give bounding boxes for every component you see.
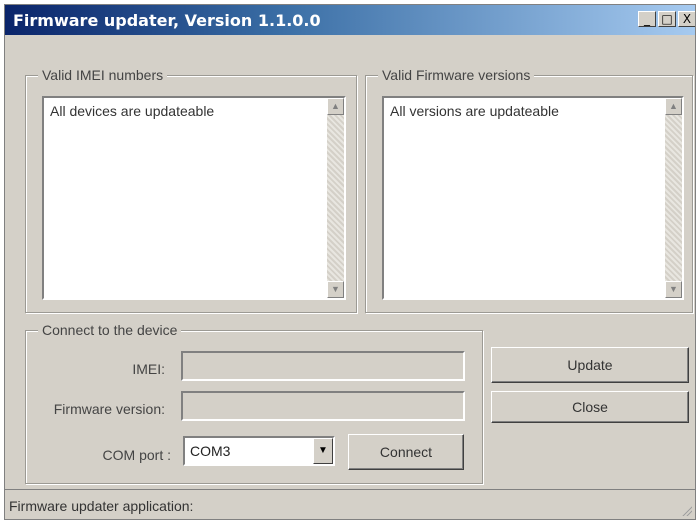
imei-list-item[interactable]: All devices are updateable	[50, 103, 214, 119]
firmware-version-field[interactable]	[181, 391, 465, 421]
title-bar[interactable]: Firmware updater, Version 1.1.0.0 _ □ X	[5, 5, 695, 35]
scroll-up-arrow-icon[interactable]: ▲	[327, 98, 344, 115]
update-button[interactable]: Update	[491, 347, 689, 383]
imei-listbox[interactable]: All devices are updateable ▲ ▼	[42, 96, 346, 300]
minimize-button[interactable]: _	[638, 11, 656, 27]
firmware-version-label: Firmware version:	[53, 401, 165, 417]
com-port-select[interactable]: COM3 ▼	[183, 436, 335, 466]
firmware-groupbox: Valid Firmware versions All versions are…	[365, 67, 693, 313]
connect-group-label: Connect to the device	[38, 322, 182, 338]
window-title: Firmware updater, Version 1.1.0.0	[13, 11, 321, 30]
firmware-scrollbar[interactable]: ▲ ▼	[665, 98, 682, 298]
imei-groupbox: Valid IMEI numbers All devices are updat…	[25, 67, 357, 313]
scroll-up-arrow-icon[interactable]: ▲	[665, 98, 682, 115]
chevron-down-icon[interactable]: ▼	[313, 438, 333, 464]
firmware-group-label: Valid Firmware versions	[378, 67, 535, 83]
imei-label: IMEI:	[132, 361, 165, 377]
imei-scrollbar[interactable]: ▲ ▼	[327, 98, 344, 298]
close-button[interactable]: Close	[491, 391, 689, 423]
com-port-label: COM port :	[102, 447, 171, 463]
imei-group-label: Valid IMEI numbers	[38, 67, 168, 83]
firmware-listbox[interactable]: All versions are updateable ▲ ▼	[382, 96, 684, 300]
status-text: Firmware updater application:	[9, 498, 194, 514]
close-window-button[interactable]: X	[678, 11, 695, 27]
resize-grip-icon[interactable]	[680, 504, 692, 516]
scroll-down-arrow-icon[interactable]: ▼	[327, 281, 344, 298]
scroll-down-arrow-icon[interactable]: ▼	[665, 281, 682, 298]
imei-field[interactable]	[181, 351, 465, 381]
status-bar: Firmware updater application:	[5, 489, 695, 519]
com-port-value: COM3	[190, 443, 231, 459]
connect-button[interactable]: Connect	[348, 434, 464, 470]
firmware-updater-window: Firmware updater, Version 1.1.0.0 _ □ X …	[4, 4, 696, 520]
firmware-list-item[interactable]: All versions are updateable	[390, 103, 559, 119]
maximize-button[interactable]: □	[658, 11, 676, 27]
